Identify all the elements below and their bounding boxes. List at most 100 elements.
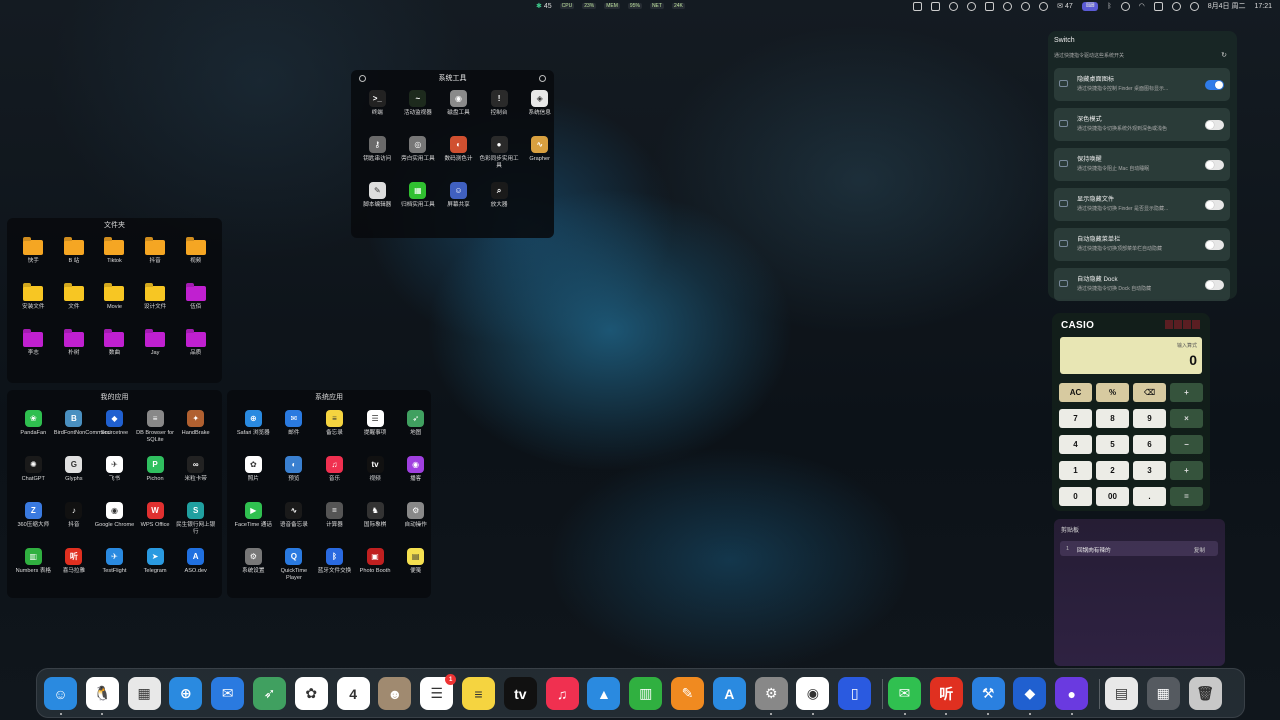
- bluetooth-icon[interactable]: ᛒ: [325, 548, 343, 565]
- control-center-icon[interactable]: [1153, 1, 1163, 11]
- reminders-icon[interactable]: ☰ 1: [420, 674, 457, 710]
- grapher-icon[interactable]: ∿: [531, 136, 549, 153]
- app-tile[interactable]: ❀ PandaFan: [13, 406, 54, 452]
- status-icon[interactable]: [1039, 1, 1049, 11]
- app-tile[interactable]: >_ 终端: [357, 86, 398, 132]
- folder-tile[interactable]: 抖音: [135, 234, 176, 280]
- app-tile[interactable]: ☺ 屏幕共享: [438, 178, 479, 224]
- menubar-date[interactable]: 8月4日 周二: [1208, 1, 1246, 11]
- folder-icon[interactable]: [23, 286, 44, 301]
- telegram-icon[interactable]: ➤: [146, 548, 164, 565]
- app-tile[interactable]: ◉ 播客: [395, 452, 431, 498]
- mili-icon[interactable]: ∞: [187, 456, 205, 473]
- wps-icon[interactable]: W: [146, 502, 164, 519]
- calculator-key[interactable]: %: [1096, 383, 1129, 402]
- wifi-icon[interactable]: ◠: [1139, 2, 1145, 10]
- pandafan-icon[interactable]: ❀: [24, 410, 42, 427]
- calculator-key[interactable]: ⌫: [1133, 383, 1166, 402]
- safari-icon[interactable]: ⊕: [244, 410, 262, 427]
- app-tile[interactable]: ▥ Numbers 表格: [13, 544, 54, 590]
- quicktime-icon[interactable]: Q: [285, 548, 303, 565]
- app-tile[interactable]: = 计算器: [314, 498, 355, 544]
- 360zip-icon[interactable]: Z: [24, 502, 42, 519]
- app-tile[interactable]: 听喜马拉雅: [54, 544, 95, 590]
- ximalaya-icon[interactable]: 听: [65, 548, 83, 565]
- menubar-time[interactable]: 17:21: [1254, 3, 1272, 10]
- app-tile[interactable]: ◉ 磁盘工具: [438, 86, 479, 132]
- keychain-icon[interactable]: ⚷: [368, 136, 386, 153]
- chatgpt-icon[interactable]: ✺: [24, 456, 42, 473]
- feishu-icon[interactable]: ✈: [105, 456, 123, 473]
- color-meter-icon[interactable]: ◐: [449, 136, 467, 153]
- calculator-key[interactable]: 0: [1059, 487, 1092, 506]
- app-tile[interactable]: ♫ 音乐: [314, 452, 355, 498]
- app-tile[interactable]: P Pichon: [135, 452, 176, 498]
- folder-tile[interactable]: 视频: [175, 234, 216, 280]
- stickies-icon[interactable]: ▤: [407, 548, 425, 565]
- photos-icon[interactable]: ✿: [244, 456, 262, 473]
- app-tile[interactable]: tv 视频: [355, 452, 396, 498]
- app-tile[interactable]: ✿ 照片: [233, 452, 274, 498]
- app-tile[interactable]: ∞ 米粒卡带: [175, 452, 216, 498]
- wechat-status[interactable]: ✉ 47: [1057, 2, 1073, 10]
- calculator-key[interactable]: 2: [1096, 461, 1129, 480]
- app-tile[interactable]: ✈ TestFlight: [94, 544, 135, 590]
- folder-icon[interactable]: [145, 286, 166, 301]
- app-store-icon[interactable]: A: [712, 677, 746, 710]
- switch-toggle[interactable]: [1205, 200, 1224, 210]
- minsheng-icon[interactable]: S: [187, 502, 205, 519]
- xcode-beta-icon[interactable]: ⚒: [971, 677, 1005, 710]
- app-tile[interactable]: A ASO.dev: [175, 544, 216, 590]
- wechat-icon[interactable]: ✉: [888, 677, 921, 710]
- app-tile[interactable]: Q QuickTime Player: [274, 544, 315, 590]
- refresh-icon[interactable]: ↻: [1221, 51, 1227, 59]
- folder-icon[interactable]: [145, 332, 166, 347]
- app-tile[interactable]: ◆ Sourcetree: [94, 406, 135, 452]
- notes-icon[interactable]: ≡: [462, 677, 495, 710]
- handbrake-icon[interactable]: ✦: [187, 410, 205, 427]
- folder-icon[interactable]: [63, 286, 84, 301]
- app-tile[interactable]: Z 360压缩大师: [13, 498, 54, 544]
- maps-icon[interactable]: ➶: [253, 677, 286, 710]
- app-tile[interactable]: ⚷ 钥匙串访问: [357, 132, 398, 178]
- pages-icon[interactable]: ✎: [671, 677, 704, 710]
- app-tile[interactable]: ≡ 备忘录: [314, 406, 355, 452]
- app-tile[interactable]: ∿ Grapher: [519, 132, 554, 178]
- colorsync-icon[interactable]: ●: [490, 136, 508, 153]
- app-tile[interactable]: ~ 活动监视器: [398, 86, 439, 132]
- switch-toggle[interactable]: [1205, 120, 1224, 130]
- tv-icon[interactable]: tv: [366, 456, 384, 473]
- calendar-icon[interactable]: 4: [336, 677, 370, 710]
- system-info-icon[interactable]: ◈: [531, 90, 549, 107]
- folder-tile[interactable]: B 站: [54, 234, 95, 280]
- pichon-icon[interactable]: P: [146, 456, 164, 473]
- folder-icon[interactable]: [185, 240, 206, 255]
- user-icon[interactable]: [1189, 1, 1199, 11]
- switch-toggle[interactable]: [1205, 280, 1224, 290]
- launchpad-icon[interactable]: ▦: [127, 677, 161, 710]
- simulator-icon[interactable]: ▯: [838, 677, 872, 710]
- music-icon[interactable]: ♫: [325, 456, 343, 473]
- calculator-key[interactable]: .: [1133, 487, 1166, 506]
- terminal-icon[interactable]: >_: [368, 90, 386, 107]
- system-settings-icon[interactable]: ⚙: [754, 677, 788, 710]
- app-tile[interactable]: ∿ 语音备忘录: [274, 498, 315, 544]
- photos-icon[interactable]: ✿: [294, 677, 328, 710]
- db-browser-icon[interactable]: ≡: [146, 410, 164, 427]
- app-tile[interactable]: ✎ 脚本编辑器: [357, 178, 398, 224]
- app-tile[interactable]: ▶ FaceTime 通话: [233, 498, 274, 544]
- switch-toggle[interactable]: [1205, 160, 1224, 170]
- system-stats[interactable]: ✱ 45 CPU 23% MEM 95% NET 24K: [536, 2, 685, 10]
- tv-icon[interactable]: tv: [503, 677, 537, 710]
- calculator-key[interactable]: 5: [1096, 435, 1129, 454]
- app-tile[interactable]: ⌕ 放大器: [479, 178, 520, 224]
- calculator-key[interactable]: +: [1170, 461, 1203, 480]
- calculator-key[interactable]: 1: [1059, 461, 1092, 480]
- folder-tile[interactable]: 文件: [54, 280, 95, 326]
- script-editor-icon[interactable]: ✎: [368, 182, 386, 199]
- status-icon[interactable]: [949, 1, 959, 11]
- folder-icon[interactable]: [63, 332, 84, 347]
- voiceover-icon[interactable]: ◎: [409, 136, 427, 153]
- glyphs-icon[interactable]: G: [65, 456, 83, 473]
- app-tile[interactable]: ⊕ Safari 浏览器: [233, 406, 274, 452]
